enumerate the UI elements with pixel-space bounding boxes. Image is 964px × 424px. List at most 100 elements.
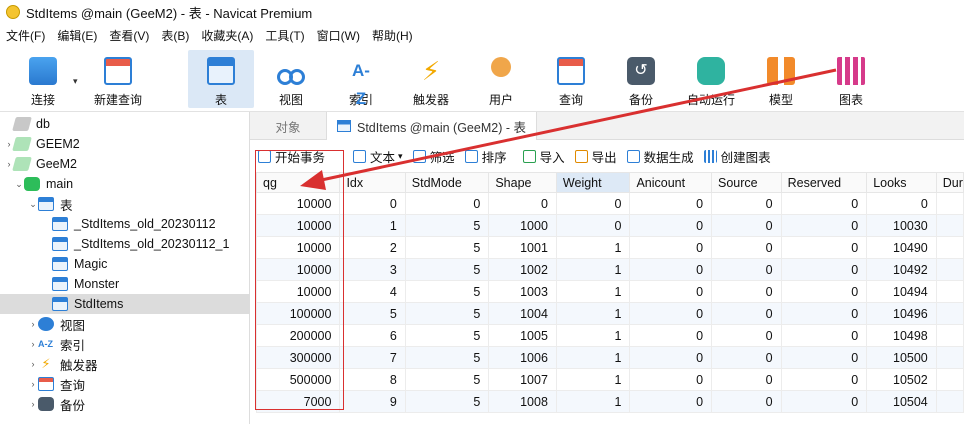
table-cell[interactable]: 5	[404, 346, 490, 369]
table-cell[interactable]: 1005	[488, 324, 557, 347]
table-cell[interactable]: 0	[711, 236, 782, 259]
expand-caret-icon[interactable]: ›	[28, 399, 38, 409]
table-cell[interactable]: 4	[339, 280, 406, 303]
menu-help[interactable]: 帮助(H)	[372, 27, 413, 44]
table-cell[interactable]: 5	[339, 302, 406, 325]
create-chart-button[interactable]: 创建图表	[703, 147, 771, 166]
begin-transaction-button[interactable]: 开始事务	[258, 147, 325, 166]
sort-button[interactable]: 排序	[464, 147, 507, 166]
menu-favorites[interactable]: 收藏夹(A)	[201, 27, 253, 44]
table-cell[interactable]: 0	[488, 192, 557, 215]
table-cell[interactable]: 10498	[866, 324, 937, 347]
connect-button[interactable]: 连接	[18, 50, 68, 108]
column-header[interactable]: Source	[711, 172, 782, 193]
table-cell[interactable]: 5	[404, 214, 490, 237]
expand-caret-icon[interactable]: ›	[28, 359, 38, 369]
table-cell[interactable]: 0	[711, 214, 782, 237]
table-cell[interactable]: 0	[780, 346, 868, 369]
table-cell[interactable]: 0	[780, 368, 868, 391]
table-cell[interactable]: 1	[555, 368, 631, 391]
table-cell[interactable]: 0	[711, 192, 782, 215]
model-button[interactable]: 模型	[752, 50, 810, 108]
tree-item-indexes[interactable]: › A-Z 索引	[0, 334, 250, 354]
new-query-button[interactable]: 新建查询	[88, 50, 148, 108]
table-cell[interactable]: 0	[711, 258, 782, 281]
table-cell[interactable]: 1	[555, 280, 631, 303]
table-cell[interactable]: 0	[780, 324, 868, 347]
table-cell[interactable]	[935, 324, 964, 347]
table-cell[interactable]: 0	[629, 280, 713, 303]
export-button[interactable]: 导出	[574, 147, 617, 166]
table-cell[interactable]: 0	[555, 214, 631, 237]
table-cell[interactable]: 10000	[256, 236, 341, 259]
table-cell[interactable]: 10000	[256, 258, 341, 281]
table-cell[interactable]	[935, 236, 964, 259]
table-cell[interactable]: 3	[339, 258, 406, 281]
table-cell[interactable]: 0	[629, 390, 713, 413]
table-cell[interactable]: 0	[780, 236, 868, 259]
table-cell[interactable]: 1	[555, 236, 631, 259]
column-header[interactable]: Anicount	[629, 172, 713, 193]
table-cell[interactable]: 1	[339, 214, 406, 237]
menu-view[interactable]: 查看(V)	[109, 27, 149, 44]
tree-item-table-stditems[interactable]: StdItems	[0, 294, 250, 314]
expand-caret-icon[interactable]: ›	[28, 319, 38, 329]
table-cell[interactable]: 5	[404, 280, 490, 303]
tab-objects[interactable]: 对象	[250, 112, 326, 140]
table-cell[interactable]: 0	[711, 280, 782, 303]
automation-button[interactable]: 自动运行	[680, 50, 742, 108]
table-cell[interactable]: 0	[711, 324, 782, 347]
table-cell[interactable]: 10000	[256, 214, 341, 237]
tree-item-table-magic[interactable]: Magic	[0, 254, 250, 274]
tab-stditems[interactable]: StdItems @main (GeeM2) - 表	[326, 112, 537, 140]
table-cell[interactable]	[935, 302, 964, 325]
table-cell[interactable]: 10500	[866, 346, 937, 369]
tree-item-table-monster[interactable]: Monster	[0, 274, 250, 294]
menu-window[interactable]: 窗口(W)	[317, 27, 360, 44]
column-header[interactable]: qg	[256, 172, 341, 193]
tree-item-queries[interactable]: › 查询	[0, 374, 250, 394]
table-cell[interactable]	[935, 258, 964, 281]
expand-caret-icon[interactable]: ›	[28, 379, 38, 389]
table-cell[interactable]: 0	[629, 214, 713, 237]
column-header[interactable]: Idx	[339, 172, 406, 193]
tree-item-tables[interactable]: ⌄ 表	[0, 194, 250, 214]
table-row[interactable]: 10000 2 5 1001 1 0 0 0 10490	[256, 236, 964, 259]
table-cell[interactable]: 10000	[256, 280, 341, 303]
table-row[interactable]: 200000 6 5 1005 1 0 0 0 10498	[256, 324, 964, 347]
trigger-button[interactable]: ⚡ 触发器	[402, 50, 460, 108]
collapse-caret-icon[interactable]: ⌄	[14, 179, 24, 190]
table-row[interactable]: 7000 9 5 1008 1 0 0 0 10504	[256, 390, 964, 413]
table-cell[interactable]: 0	[339, 192, 406, 215]
column-header[interactable]: Dur	[935, 172, 964, 193]
table-button[interactable]: 表	[188, 50, 254, 108]
table-cell[interactable]: 0	[780, 390, 868, 413]
table-cell[interactable]: 0	[629, 324, 713, 347]
table-row[interactable]: 10000 4 5 1003 1 0 0 0 10494	[256, 280, 964, 303]
tree-item-backups[interactable]: › 备份	[0, 394, 250, 414]
tree-item-views[interactable]: › 视图	[0, 314, 250, 334]
table-cell[interactable]	[935, 368, 964, 391]
table-row[interactable]: 10000 3 5 1002 1 0 0 0 10492	[256, 258, 964, 281]
table-cell[interactable]: 0	[404, 192, 490, 215]
table-cell[interactable]: 10494	[866, 280, 937, 303]
table-cell[interactable]: 5	[404, 324, 490, 347]
table-cell[interactable]	[935, 390, 964, 413]
table-cell[interactable]: 0	[555, 192, 631, 215]
table-cell[interactable]: 0	[629, 236, 713, 259]
table-cell[interactable]: 1	[555, 324, 631, 347]
table-cell[interactable]: 0	[629, 302, 713, 325]
tree-item-main[interactable]: ⌄ main	[0, 174, 250, 194]
table-cell[interactable]	[935, 192, 964, 215]
table-cell[interactable]: 0	[629, 192, 713, 215]
column-header[interactable]: Looks	[866, 172, 937, 193]
table-cell[interactable]: 0	[866, 192, 937, 215]
table-cell[interactable]: 0	[780, 192, 868, 215]
data-grid[interactable]: qg Idx StdMode Shape Weight Anicount Sou…	[256, 172, 964, 424]
table-cell[interactable]: 1	[555, 258, 631, 281]
tree-item-geem2[interactable]: › GeeM2	[0, 154, 250, 174]
tree-item-triggers[interactable]: › ⚡ 触发器	[0, 354, 250, 374]
view-button[interactable]: 视图	[262, 50, 320, 108]
table-cell[interactable]: 5	[404, 302, 490, 325]
table-cell[interactable]: 0	[711, 346, 782, 369]
